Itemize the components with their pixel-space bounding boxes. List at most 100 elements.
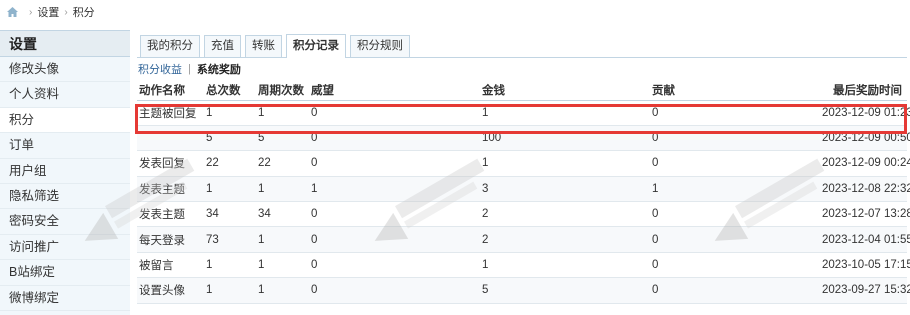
- cell-prestige: 0: [309, 252, 480, 279]
- cell-action: 主题被回复: [137, 100, 204, 126]
- sidebar-item-promotion[interactable]: 访问推广: [0, 235, 130, 261]
- cell-cycle-count: 1: [256, 252, 309, 279]
- cell-contribution: 0: [650, 277, 820, 304]
- cell-total-count: 73: [204, 226, 256, 253]
- table-row: 设置头像 1 1 0 5 0 2023-09-27 15:32: [137, 277, 910, 304]
- column-header-last-reward-time: 最后奖励时间: [820, 80, 907, 101]
- cell-cycle-count: 34: [256, 201, 309, 228]
- cell-cycle-count: 1: [256, 100, 309, 126]
- cell-money: 1: [480, 150, 650, 177]
- cell-contribution: 0: [650, 226, 820, 253]
- table-row: 被留言 1 1 0 1 0 2023-10-05 17:15: [137, 252, 910, 279]
- breadcrumb-credits-link[interactable]: 积分: [73, 4, 95, 20]
- subnav-system-rewards[interactable]: 系统奖励: [197, 61, 241, 77]
- subnav-credit-income-link[interactable]: 积分收益: [138, 61, 182, 77]
- table-row: 每天登录 73 1 0 2 0 2023-12-04 01:55: [137, 226, 910, 253]
- cell-cycle-count: 1: [256, 176, 309, 203]
- cell-total-count: 1: [204, 277, 256, 304]
- cell-last-reward-time: 2023-12-04 01:55: [820, 226, 910, 253]
- table-row: 主题被回复 1 1 0 1 0 2023-12-09 01:23: [137, 100, 910, 126]
- sidebar-title: 设置: [0, 31, 130, 57]
- cell-money: 3: [480, 176, 650, 203]
- breadcrumb-separator: ›: [64, 6, 68, 18]
- cell-contribution: 0: [650, 100, 820, 126]
- home-icon[interactable]: [6, 6, 20, 18]
- cell-action: 发表回复: [137, 150, 204, 177]
- sidebar-item-orders[interactable]: 订单: [0, 133, 130, 159]
- sidebar-item-bilibili-binding[interactable]: B站绑定: [0, 260, 130, 286]
- cell-action: 发表主题: [137, 176, 204, 203]
- cell-contribution: 0: [650, 125, 820, 152]
- cell-last-reward-time: 2023-10-05 17:15: [820, 252, 910, 279]
- table-row: 发表回复 22 22 0 1 0 2023-12-09 00:24: [137, 150, 910, 177]
- cell-total-count: 34: [204, 201, 256, 228]
- sidebar-item-weibo-binding[interactable]: 微博绑定: [0, 286, 130, 311]
- cell-prestige: 0: [309, 100, 480, 126]
- column-header-contribution: 贡献: [650, 80, 820, 101]
- subnav-separator: |: [188, 63, 191, 75]
- main-content: 我的积分 充值 转账 积分记录 积分规则 积分收益 | 系统奖励 动作名称 总次…: [137, 30, 910, 315]
- cell-last-reward-time: 2023-09-27 15:32: [820, 277, 910, 304]
- cell-cycle-count: 1: [256, 226, 309, 253]
- cell-contribution: 0: [650, 252, 820, 279]
- cell-contribution: 0: [650, 150, 820, 177]
- cell-prestige: 0: [309, 277, 480, 304]
- cell-last-reward-time: 2023-12-09 00:24: [820, 150, 910, 177]
- column-header-prestige: 威望: [309, 80, 480, 101]
- cell-money: 5: [480, 277, 650, 304]
- tab-credit-rules[interactable]: 积分规则: [350, 35, 410, 57]
- cell-money: 2: [480, 201, 650, 228]
- sidebar-item-privacy[interactable]: 隐私筛选: [0, 184, 130, 210]
- table-row: 发表主题 1 1 1 3 1 2023-12-08 22:32: [137, 176, 910, 203]
- cell-last-reward-time: 2023-12-07 13:28: [820, 201, 910, 228]
- sidebar-item-avatar[interactable]: 修改头像: [0, 57, 130, 83]
- breadcrumb-separator: ›: [29, 6, 33, 18]
- cell-prestige: 0: [309, 125, 480, 152]
- cell-action: 被留言: [137, 252, 204, 279]
- cell-last-reward-time: 2023-12-08 22:32: [820, 176, 910, 203]
- table-row: 5 5 0 100 0 2023-12-09 00:50: [137, 125, 910, 152]
- column-header-cycle-count: 周期次数: [256, 80, 309, 101]
- sidebar-item-credits[interactable]: 积分: [0, 107, 130, 134]
- cell-money: 1: [480, 252, 650, 279]
- sidebar-item-password-security[interactable]: 密码安全: [0, 209, 130, 235]
- breadcrumb: › 设置 › 积分: [0, 0, 910, 24]
- tab-transfer[interactable]: 转账: [245, 35, 282, 57]
- cell-money: 1: [480, 100, 650, 126]
- cell-prestige: 0: [309, 201, 480, 228]
- sidebar-item-usergroup[interactable]: 用户组: [0, 159, 130, 184]
- cell-action: 设置头像: [137, 277, 204, 304]
- cell-money: 2: [480, 226, 650, 253]
- sidebar: 设置 修改头像 个人资料 积分 订单 用户组 隐私筛选 密码安全 访问推广 B站…: [0, 30, 130, 315]
- cell-total-count: 22: [204, 150, 256, 177]
- sidebar-item-profile[interactable]: 个人资料: [0, 82, 130, 108]
- cell-total-count: 5: [204, 125, 256, 152]
- cell-action: 每天登录: [137, 226, 204, 253]
- tab-credit-log[interactable]: 积分记录: [286, 34, 346, 58]
- tab-my-credits[interactable]: 我的积分: [140, 35, 200, 57]
- cell-contribution: 1: [650, 176, 820, 203]
- column-header-money: 金钱: [480, 80, 650, 101]
- column-header-action: 动作名称: [137, 80, 204, 101]
- cell-total-count: 1: [204, 100, 256, 126]
- cell-contribution: 0: [650, 201, 820, 228]
- table-body: 主题被回复 1 1 0 1 0 2023-12-09 01:23 5 5 0 100 0 2023-12…: [137, 100, 910, 304]
- credit-log-table: 动作名称 总次数 周期次数 威望 金钱 贡献 最后奖励时间 主题被回复 1 1 0 1 0…: [137, 80, 910, 304]
- cell-cycle-count: 5: [256, 125, 309, 152]
- cell-money: 100: [480, 125, 650, 152]
- breadcrumb-settings-link[interactable]: 设置: [37, 4, 59, 20]
- column-header-total-count: 总次数: [204, 80, 256, 101]
- cell-cycle-count: 1: [256, 277, 309, 304]
- cell-prestige: 1: [309, 176, 480, 203]
- cell-cycle-count: 22: [256, 150, 309, 177]
- cell-prestige: 0: [309, 150, 480, 177]
- cell-last-reward-time: 2023-12-09 01:23: [820, 100, 910, 126]
- cell-total-count: 1: [204, 252, 256, 279]
- subnav: 积分收益 | 系统奖励: [137, 58, 907, 80]
- table-row: 发表主题 34 34 0 2 0 2023-12-07 13:28: [137, 201, 910, 228]
- tab-bar: 我的积分 充值 转账 积分记录 积分规则: [137, 30, 907, 58]
- cell-total-count: 1: [204, 176, 256, 203]
- tab-recharge[interactable]: 充值: [204, 35, 241, 57]
- table-header-row: 动作名称 总次数 周期次数 威望 金钱 贡献 最后奖励时间: [137, 80, 907, 101]
- cell-last-reward-time: 2023-12-09 00:50: [820, 125, 910, 152]
